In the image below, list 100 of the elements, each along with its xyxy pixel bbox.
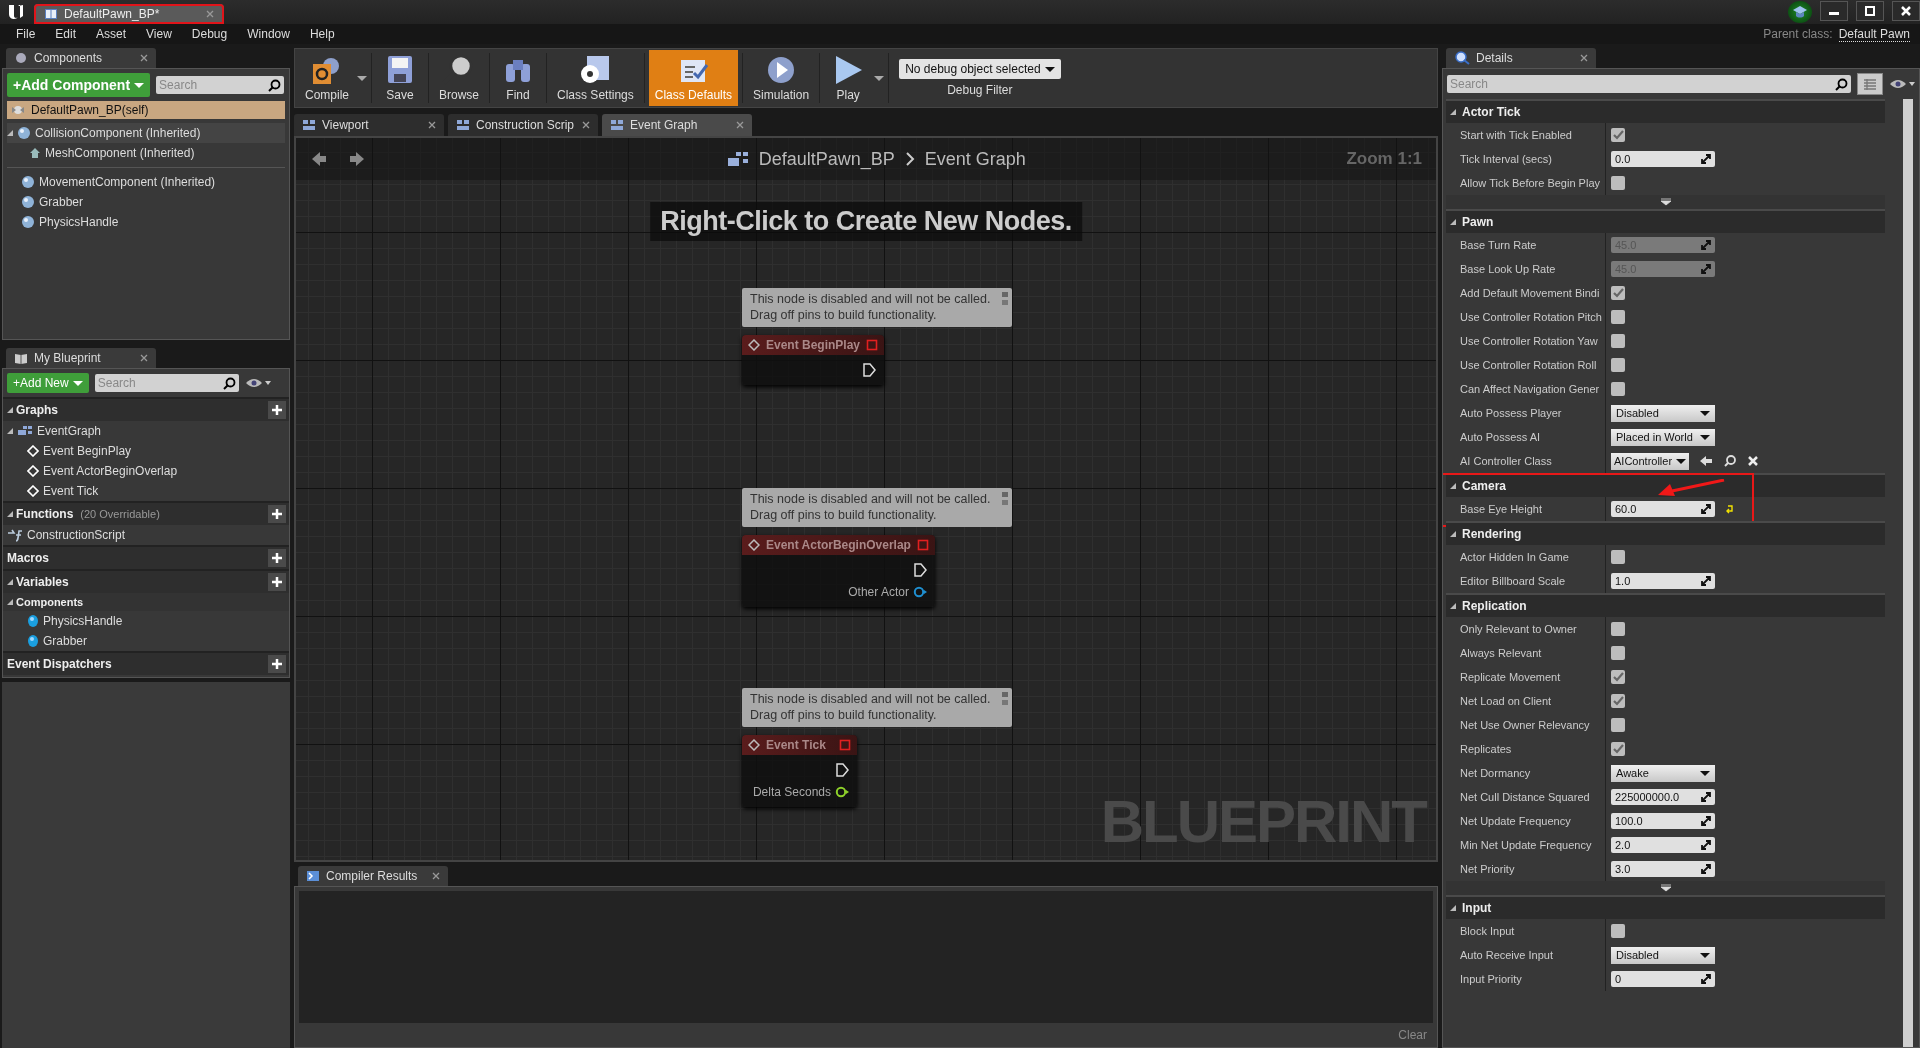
pin-icon[interactable] xyxy=(1001,691,1010,707)
delegate-pin-icon[interactable] xyxy=(866,339,879,352)
checkbox[interactable] xyxy=(1611,670,1625,684)
event-node[interactable]: Event Tick Delta Seconds xyxy=(742,735,857,808)
comment-bubble[interactable]: This node is disabled and will not be called. Drag off pins to build functionality. xyxy=(742,488,1013,528)
close-button[interactable] xyxy=(1892,1,1920,21)
use-selected-arrow-icon[interactable] xyxy=(1699,455,1713,467)
toolbar-button[interactable]: Play xyxy=(824,50,873,106)
number-field[interactable]: 3.0 xyxy=(1611,861,1715,877)
checkbox[interactable] xyxy=(1611,176,1625,190)
toolbar-button[interactable]: Save xyxy=(376,50,424,106)
menu-item[interactable]: Window xyxy=(237,27,300,41)
close-icon[interactable] xyxy=(206,10,214,18)
toolbar-button[interactable]: Find xyxy=(494,50,543,106)
number-field[interactable]: 0.0 xyxy=(1611,151,1715,167)
category-header[interactable]: Rendering xyxy=(1446,523,1885,545)
checkbox[interactable] xyxy=(1611,128,1625,142)
category-header[interactable]: Replication xyxy=(1446,595,1885,617)
breadcrumb-item[interactable]: Event Graph xyxy=(924,148,1026,170)
variable-item[interactable]: PhysicsHandle xyxy=(43,614,123,628)
pin-icon[interactable] xyxy=(1001,491,1010,507)
add-icon[interactable] xyxy=(268,401,286,419)
class-dropdown[interactable]: AIController xyxy=(1611,452,1689,470)
add-icon[interactable] xyxy=(268,549,286,567)
menu-item[interactable]: Edit xyxy=(45,27,87,41)
add-icon[interactable] xyxy=(268,655,286,673)
comment-bubble[interactable]: This node is disabled and will not be called. Drag off pins to build functionality. xyxy=(742,688,1013,728)
editor-tab[interactable]: Construction Scrip xyxy=(448,114,598,136)
dropdown[interactable]: Disabled xyxy=(1611,404,1715,422)
tree-item[interactable]: PhysicsHandle xyxy=(39,215,119,229)
dropdown[interactable]: Disabled xyxy=(1611,946,1715,964)
number-field[interactable]: 0 xyxy=(1611,971,1715,987)
checkbox[interactable] xyxy=(1611,550,1625,564)
event-node[interactable]: Event BeginPlay xyxy=(742,335,885,386)
section-header[interactable]: Graphs xyxy=(3,399,289,421)
close-icon[interactable] xyxy=(140,354,148,362)
tree-item[interactable]: Grabber xyxy=(39,195,84,209)
category-header[interactable]: Pawn xyxy=(1446,211,1885,233)
checkbox[interactable] xyxy=(1611,310,1625,324)
graph-item[interactable]: EventGraph xyxy=(37,424,102,438)
menu-item[interactable]: Debug xyxy=(181,27,238,41)
menu-item[interactable]: Asset xyxy=(86,27,137,41)
section-header[interactable]: Event Dispatchers xyxy=(3,653,289,675)
checkbox[interactable] xyxy=(1611,924,1625,938)
parent-class-link[interactable]: Default Pawn xyxy=(1838,26,1910,42)
reset-arrow-icon[interactable] xyxy=(1725,504,1735,514)
toolbar-button[interactable]: Class Settings xyxy=(551,50,640,106)
pin-icon[interactable] xyxy=(1001,291,1010,307)
delegate-pin-icon[interactable] xyxy=(916,539,929,552)
breadcrumb-item[interactable]: DefaultPawn_BP xyxy=(758,148,895,170)
checkbox[interactable] xyxy=(1611,694,1625,708)
add-icon[interactable] xyxy=(268,505,286,523)
number-field[interactable]: 100.0 xyxy=(1611,813,1715,829)
section-header[interactable]: Variables xyxy=(3,571,289,593)
event-item[interactable]: Event ActorBeginOverlap xyxy=(43,464,178,478)
checkbox[interactable] xyxy=(1611,718,1625,732)
tutorial-hat-icon[interactable] xyxy=(1788,1,1812,23)
eye-icon[interactable] xyxy=(244,377,271,389)
checkbox[interactable] xyxy=(1611,358,1625,372)
debug-object-dropdown[interactable]: No debug object selected xyxy=(899,59,1061,79)
comment-bubble[interactable]: This node is disabled and will not be called. Drag off pins to build functionality. xyxy=(742,288,1013,328)
eye-icon[interactable] xyxy=(1889,78,1915,90)
checkbox[interactable] xyxy=(1611,742,1625,756)
close-icon[interactable] xyxy=(432,872,440,880)
toolbar-button[interactable]: Browse xyxy=(433,50,486,106)
forward-arrow-icon[interactable] xyxy=(348,150,366,168)
close-icon[interactable] xyxy=(736,121,744,129)
section-header[interactable]: Functions (20 Overridable) xyxy=(3,503,289,525)
variable-item[interactable]: Grabber xyxy=(43,634,88,648)
event-item[interactable]: Event BeginPlay xyxy=(43,444,132,458)
details-tab[interactable]: Details xyxy=(1446,48,1596,68)
exec-pin-icon[interactable] xyxy=(912,563,927,578)
document-tab[interactable]: DefaultPawn_BP* xyxy=(34,4,224,24)
search-icon[interactable] xyxy=(1723,454,1737,468)
my-blueprint-tab[interactable]: My Blueprint xyxy=(6,348,156,368)
checkbox[interactable] xyxy=(1611,382,1625,396)
number-field[interactable]: 2.0 xyxy=(1611,837,1715,853)
event-item[interactable]: Event Tick xyxy=(43,484,99,498)
number-field[interactable]: 1.0 xyxy=(1611,573,1715,589)
close-icon[interactable] xyxy=(1580,54,1588,62)
close-icon[interactable] xyxy=(140,54,148,62)
data-pin-icon[interactable] xyxy=(912,586,927,599)
components-tab[interactable]: Components xyxy=(6,48,156,68)
category-header[interactable]: Actor Tick xyxy=(1446,101,1885,123)
toolbar-button[interactable]: Simulation xyxy=(747,50,816,106)
graph-canvas[interactable] xyxy=(294,136,1438,862)
close-icon[interactable] xyxy=(582,121,590,129)
exec-pin-icon[interactable] xyxy=(862,363,877,378)
category-header[interactable]: Camera xyxy=(1446,475,1885,497)
checkbox[interactable] xyxy=(1611,286,1625,300)
dropdown[interactable]: Placed in World xyxy=(1611,428,1715,446)
number-field[interactable]: 225000000.0 xyxy=(1611,789,1715,805)
close-icon[interactable] xyxy=(428,121,436,129)
add-icon[interactable] xyxy=(268,573,286,591)
menu-item[interactable]: File xyxy=(6,27,46,41)
section-header[interactable]: Macros xyxy=(3,547,289,569)
dropdown[interactable]: Awake xyxy=(1611,764,1715,782)
tree-item[interactable]: DefaultPawn_BP(self) xyxy=(7,101,285,119)
view-options-button[interactable] xyxy=(1857,73,1883,95)
restore-button[interactable] xyxy=(1856,1,1884,21)
